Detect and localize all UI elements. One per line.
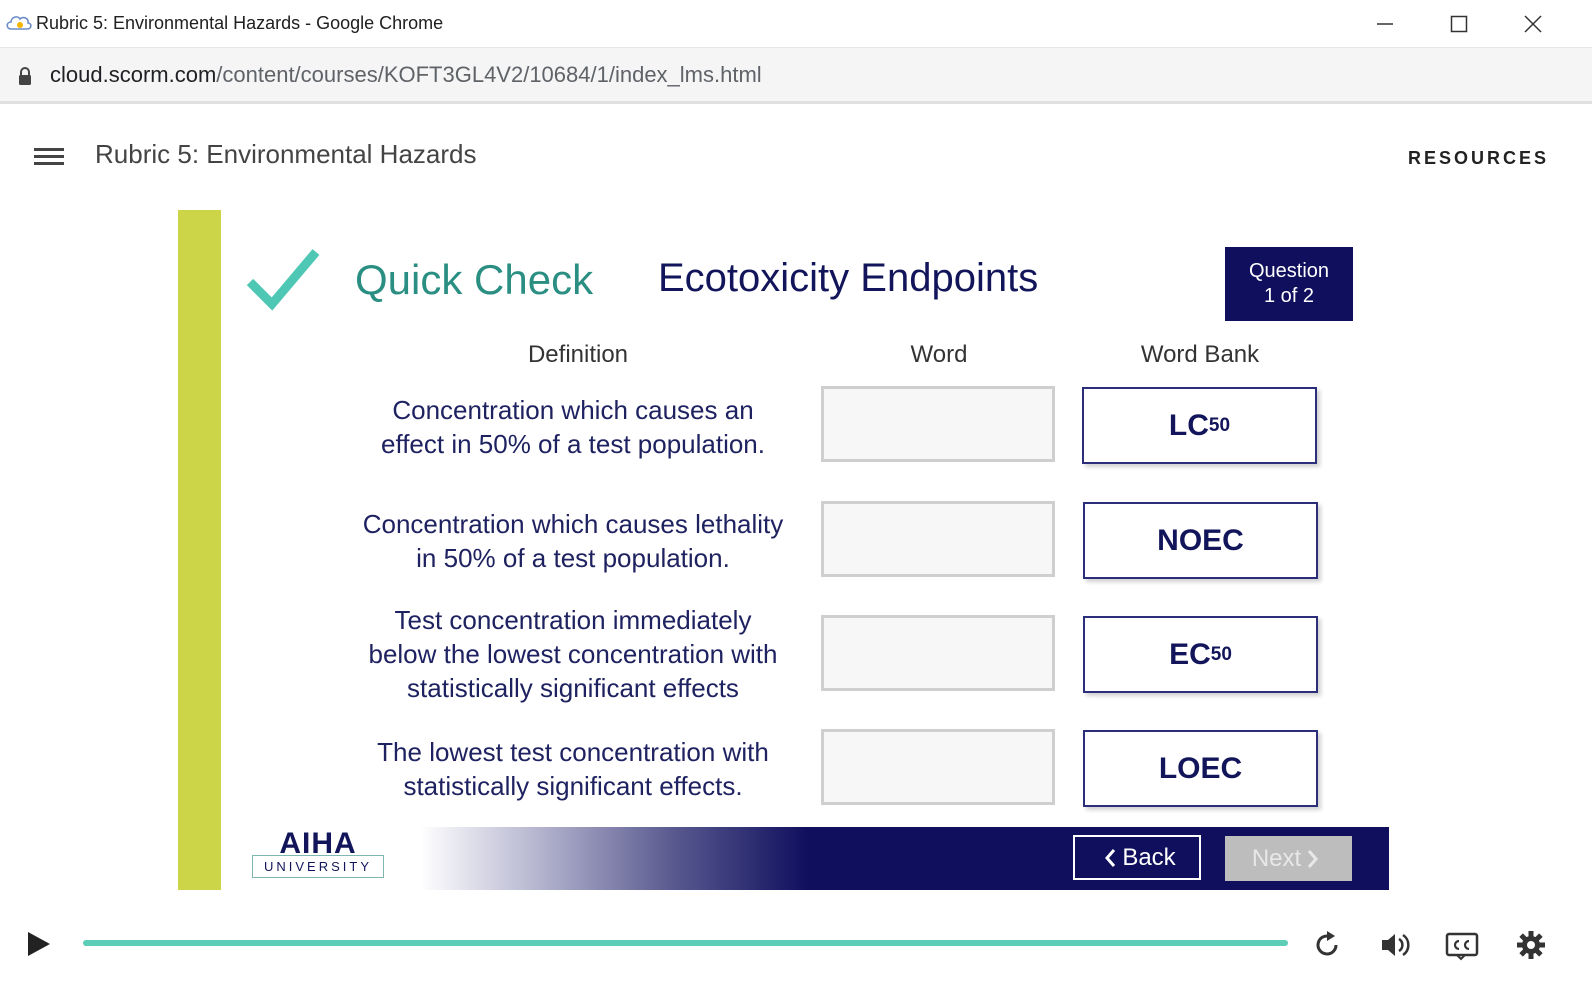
chevron-right-icon (1308, 849, 1319, 868)
definition-text: Concentration which causes an effect in … (338, 393, 808, 461)
definition-text: Concentration which causes lethality in … (338, 507, 808, 575)
resources-link[interactable]: RESOURCES (1408, 148, 1549, 169)
word-bank-label: LOEC (1158, 751, 1243, 785)
word-drop-zone-4[interactable] (821, 729, 1055, 805)
url-path: /content/courses/KOFT3GL4V2/10684/1/inde… (216, 62, 762, 87)
column-header-word-bank: Word Bank (1140, 341, 1260, 368)
definition-line: statistically significant effects (407, 673, 739, 703)
definition-line: below the lowest concentration with (368, 639, 778, 669)
menu-icon[interactable] (34, 148, 64, 166)
browser-title-bar: Rubric 5: Environmental Hazards - Google… (0, 0, 1592, 48)
question-counter-badge: Question 1 of 2 (1225, 247, 1353, 321)
back-button[interactable]: Back (1073, 835, 1201, 880)
column-header-word: Word (910, 341, 968, 368)
course-title: Rubric 5: Environmental Hazards (95, 139, 477, 169)
back-label: Back (1122, 843, 1176, 871)
column-header-definition: Definition (527, 341, 629, 368)
definition-line: statistically significant effects. (403, 771, 743, 801)
maximize-button[interactable] (1423, 0, 1495, 47)
next-button[interactable]: Next (1225, 836, 1352, 881)
address-bar[interactable]: cloud.scorm.com/content/courses/KOFT3GL4… (0, 48, 1592, 104)
word-bank-item-ec50[interactable]: EC 50 (1083, 616, 1318, 693)
minimize-button[interactable] (1349, 0, 1421, 47)
close-button[interactable] (1497, 0, 1569, 47)
word-bank-subscript: 50 (1210, 643, 1232, 665)
maximize-icon (1450, 15, 1468, 32)
url-domain: cloud.scorm.com (50, 62, 217, 87)
lock-icon (19, 67, 31, 85)
word-drop-zone-3[interactable] (821, 615, 1055, 691)
logo-subtext: UNIVERSITY (252, 855, 384, 878)
word-drop-zone-1[interactable] (821, 386, 1055, 462)
word-bank-item-noec[interactable]: NOEC (1083, 502, 1318, 579)
window-title: Rubric 5: Environmental Hazards - Google… (36, 13, 444, 33)
chevron-left-icon (1105, 848, 1116, 867)
aiha-university-logo: AIHA UNIVERSITY (252, 828, 384, 878)
close-icon (1524, 14, 1542, 33)
definition-line: Concentration which causes lethality (362, 509, 784, 539)
word-bank-item-lc50[interactable]: LC 50 (1082, 387, 1317, 464)
next-label: Next (1251, 844, 1302, 872)
word-bank-label: NOEC (1157, 523, 1244, 557)
word-bank-item-loec[interactable]: LOEC (1083, 730, 1318, 807)
quick-check-heading: Quick Check (355, 256, 594, 303)
word-bank-label: LC (1168, 408, 1209, 442)
question-label: Question (1248, 260, 1330, 282)
progress-fill (83, 940, 1288, 946)
closed-captions-icon[interactable] (1445, 928, 1479, 962)
accent-bar (178, 210, 221, 890)
slide-title: Ecotoxicity Endpoints (658, 256, 1039, 300)
gear-icon[interactable] (1514, 928, 1548, 962)
checkmark-icon (246, 249, 320, 311)
word-bank-label: EC (1169, 637, 1211, 671)
definition-text: Test concentration immediately below the… (338, 603, 808, 705)
url-text[interactable]: cloud.scorm.com/content/courses/KOFT3GL4… (50, 62, 762, 88)
definition-text: The lowest test concentration with stati… (338, 735, 808, 803)
minimize-icon (1377, 22, 1393, 25)
volume-icon[interactable] (1378, 928, 1412, 962)
word-drop-zone-2[interactable] (821, 501, 1055, 577)
question-count: 1 of 2 (1263, 285, 1315, 307)
definition-line: Concentration which causes an (392, 395, 754, 425)
cloud-icon (6, 16, 32, 30)
definition-line: effect in 50% of a test population. (380, 429, 765, 459)
word-bank-subscript: 50 (1208, 414, 1231, 436)
replay-icon[interactable] (1310, 928, 1344, 962)
definition-line: in 50% of a test population. (416, 543, 730, 573)
play-icon[interactable] (26, 930, 52, 958)
definition-line: Test concentration immediately (394, 605, 752, 635)
definition-line: The lowest test concentration with (377, 737, 769, 767)
